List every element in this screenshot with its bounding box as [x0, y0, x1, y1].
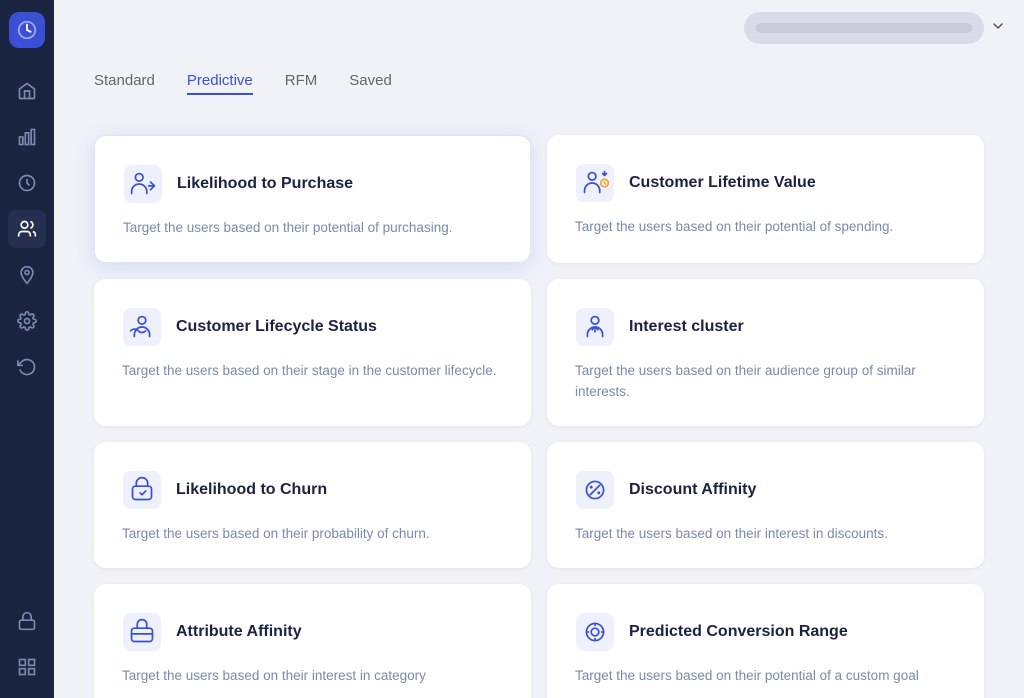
sidebar-item-analytics[interactable] — [8, 118, 46, 156]
card-description: Target the users based on their stage in… — [122, 361, 503, 381]
card-description: Target the users based on their potentia… — [123, 218, 502, 238]
app-logo[interactable] — [9, 12, 45, 48]
card-description: Target the users based on their potentia… — [575, 217, 956, 237]
main-content: Standard Predictive RFM Saved — [54, 0, 1024, 698]
sidebar-item-clock[interactable] — [8, 164, 46, 202]
card-title: Discount Affinity — [629, 481, 756, 499]
topbar-search-bar[interactable] — [744, 12, 984, 44]
card-discount-affinity[interactable]: Discount Affinity Target the users based… — [547, 442, 984, 568]
card-title: Customer Lifecycle Status — [176, 318, 377, 336]
card-header: Attribute Affinity — [122, 612, 503, 652]
card-title: Predicted Conversion Range — [629, 623, 848, 641]
sidebar-item-lock[interactable] — [8, 602, 46, 640]
tab-predictive[interactable]: Predictive — [187, 72, 253, 95]
sidebar-item-location[interactable] — [8, 256, 46, 294]
card-likelihood-to-churn[interactable]: Likelihood to Churn Target the users bas… — [94, 442, 531, 568]
card-interest-cluster[interactable]: Interest cluster Target the users based … — [547, 279, 984, 426]
card-header: Likelihood to Purchase — [123, 164, 502, 204]
tab-rfm[interactable]: RFM — [285, 72, 318, 95]
sidebar-item-settings[interactable] — [8, 302, 46, 340]
card-title: Likelihood to Purchase — [177, 175, 353, 193]
card-header: Predicted Conversion Range — [575, 612, 956, 652]
card-predicted-conversion-range[interactable]: Predicted Conversion Range Target the us… — [547, 584, 984, 698]
card-description: Target the users based on their potentia… — [575, 666, 956, 686]
card-attribute-affinity[interactable]: Attribute Affinity Target the users base… — [94, 584, 531, 698]
likelihood-to-churn-icon — [122, 470, 162, 510]
page-content: Standard Predictive RFM Saved — [54, 56, 1024, 698]
card-description: Target the users based on their interest… — [122, 666, 503, 686]
sidebar-item-history[interactable] — [8, 348, 46, 386]
card-description: Target the users based on their interest… — [575, 524, 956, 544]
sidebar-item-grid[interactable] — [8, 648, 46, 686]
card-title: Likelihood to Churn — [176, 481, 327, 499]
topbar — [54, 0, 1024, 56]
topbar-dropdown-icon[interactable] — [992, 19, 1004, 37]
card-description: Target the users based on their audience… — [575, 361, 956, 402]
tabs-container: Standard Predictive RFM Saved — [94, 56, 984, 111]
tab-standard[interactable]: Standard — [94, 72, 155, 95]
sidebar-bottom — [8, 602, 46, 686]
card-header: Customer Lifetime Value — [575, 163, 956, 203]
card-header: Likelihood to Churn — [122, 470, 503, 510]
discount-affinity-icon — [575, 470, 615, 510]
card-likelihood-to-purchase[interactable]: Likelihood to Purchase Target the users … — [94, 135, 531, 263]
card-title: Customer Lifetime Value — [629, 174, 816, 192]
sidebar-item-users[interactable] — [8, 210, 46, 248]
cards-grid: Likelihood to Purchase Target the users … — [94, 135, 984, 698]
predicted-conversion-range-icon — [575, 612, 615, 652]
card-header: Interest cluster — [575, 307, 956, 347]
likelihood-to-purchase-icon — [123, 164, 163, 204]
card-customer-lifetime-value[interactable]: Customer Lifetime Value Target the users… — [547, 135, 984, 263]
card-title: Attribute Affinity — [176, 623, 302, 641]
sidebar — [0, 0, 54, 698]
attribute-affinity-icon — [122, 612, 162, 652]
card-header: Discount Affinity — [575, 470, 956, 510]
interest-cluster-icon — [575, 307, 615, 347]
card-header: Customer Lifecycle Status — [122, 307, 503, 347]
sidebar-item-home[interactable] — [8, 72, 46, 110]
card-customer-lifecycle-status[interactable]: Customer Lifecycle Status Target the use… — [94, 279, 531, 426]
card-description: Target the users based on their probabil… — [122, 524, 503, 544]
card-title: Interest cluster — [629, 318, 744, 336]
customer-lifetime-value-icon — [575, 163, 615, 203]
tab-saved[interactable]: Saved — [349, 72, 392, 95]
customer-lifecycle-status-icon — [122, 307, 162, 347]
